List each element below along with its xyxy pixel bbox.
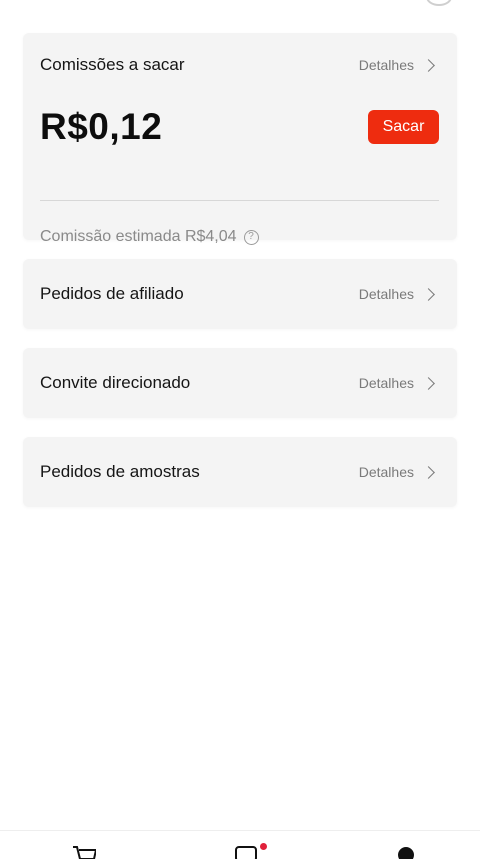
chevron-right-icon [422,287,435,301]
help-icon[interactable]: ? [243,229,259,245]
commissions-card: Comissões a sacar Detalhes R$0,12 Sacar … [23,33,457,245]
affiliate-orders-details-link[interactable]: Detalhes [359,286,437,302]
commissions-header: Comissões a sacar Detalhes [40,55,437,75]
commissions-title: Comissões a sacar [40,55,185,74]
chevron-right-icon [422,58,435,72]
cart-icon[interactable] [72,845,96,859]
shop-icon[interactable] [235,845,257,859]
sample-orders-details-link[interactable]: Detalhes [359,464,437,480]
directed-invite-row[interactable]: Convite direcionado Detalhes [23,348,457,418]
commission-amount: R$0,12 [40,106,163,147]
estimated-commission-text: Comissão estimada R$4,04 [40,228,237,245]
sample-orders-title: Pedidos de amostras [40,462,200,481]
amount-row: R$0,12 Sacar [40,106,439,148]
top-right-partial-icon[interactable] [426,0,452,6]
notification-dot [260,843,267,850]
details-label: Detalhes [358,286,414,302]
estimated-commission: Comissão estimada R$4,04 ? [40,228,259,246]
details-label: Detalhes [358,464,414,480]
affiliate-orders-row[interactable]: Pedidos de afiliado Detalhes [23,259,457,329]
commissions-details-link[interactable]: Detalhes [359,57,437,73]
affiliate-orders-title: Pedidos de afiliado [40,284,184,303]
divider [40,200,439,201]
profile-icon[interactable] [396,845,416,859]
chevron-right-icon [422,465,435,479]
directed-invite-title: Convite direcionado [40,373,191,392]
directed-invite-details-link[interactable]: Detalhes [359,375,437,391]
bottom-navigation [0,830,480,859]
details-label: Detalhes [358,375,414,391]
details-label: Detalhes [358,57,414,73]
chevron-right-icon [422,376,435,390]
sample-orders-row[interactable]: Pedidos de amostras Detalhes [23,437,457,507]
withdraw-button[interactable]: Sacar [368,110,439,144]
